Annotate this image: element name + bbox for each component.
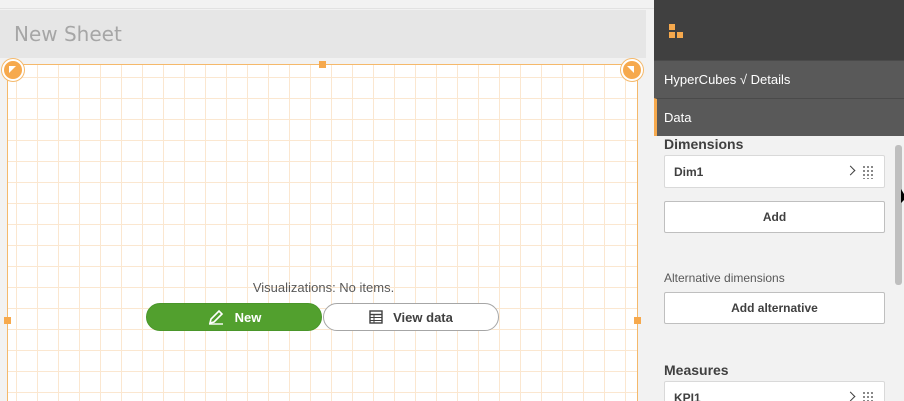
panel-scrollbar[interactable] (895, 145, 902, 285)
resize-corner-top-right-icon[interactable] (621, 59, 643, 81)
sheet-header: New Sheet (0, 10, 646, 58)
empty-visualizations-message: Visualizations: No items. (252, 280, 395, 295)
measures-title: Measures (664, 362, 729, 378)
resize-handle-right[interactable] (634, 317, 641, 324)
chevron-right-icon[interactable] (845, 391, 856, 401)
sheet-title[interactable]: New Sheet (14, 22, 122, 46)
new-button-label: New (234, 309, 262, 325)
sheet-canvas[interactable]: Visualizations: No items. New View data (2, 59, 643, 401)
table-icon (369, 310, 383, 324)
view-data-button[interactable]: View data (323, 303, 499, 331)
sheet-grid-icon[interactable] (669, 24, 685, 40)
drag-handle-icon[interactable] (862, 165, 874, 179)
panel-body: Dimensions Dim1 Add Alternative dimensio… (654, 136, 904, 401)
resize-handle-left[interactable] (4, 317, 11, 324)
add-dimension-button[interactable]: Add (664, 201, 885, 233)
app-window: New Sheet Visualizations: No items. New (0, 0, 904, 401)
add-alternative-button[interactable]: Add alternative (664, 292, 885, 324)
panel-toolbar (654, 0, 904, 60)
section-data[interactable]: Data (654, 98, 904, 136)
section-data-label: Data (664, 110, 692, 125)
view-data-button-label: View data (393, 309, 453, 325)
properties-panel: HyperCubes √ Details Data Dimensions Dim… (654, 0, 904, 401)
measure-item[interactable]: KPI1 (664, 381, 885, 401)
pencil-icon (207, 308, 225, 326)
drag-handle-icon[interactable] (862, 391, 874, 401)
dimensions-title: Dimensions (664, 136, 744, 152)
alternative-dimensions-label: Alternative dimensions (664, 271, 785, 285)
sheet-area: New Sheet Visualizations: No items. New (0, 0, 654, 401)
top-strip (0, 0, 654, 9)
resize-handle-top[interactable] (319, 61, 326, 68)
section-hypercubes-label: HyperCubes √ Details (664, 72, 791, 87)
section-hypercubes-details[interactable]: HyperCubes √ Details (654, 60, 904, 98)
new-visualization-button[interactable]: New (146, 303, 322, 331)
sheet-divider (646, 10, 654, 401)
resize-corner-top-left-icon[interactable] (2, 59, 24, 81)
dimension-item[interactable]: Dim1 (664, 155, 885, 188)
dimension-item-label: Dim1 (674, 165, 704, 179)
measure-item-label: KPI1 (674, 391, 701, 401)
chevron-right-icon[interactable] (845, 165, 856, 176)
